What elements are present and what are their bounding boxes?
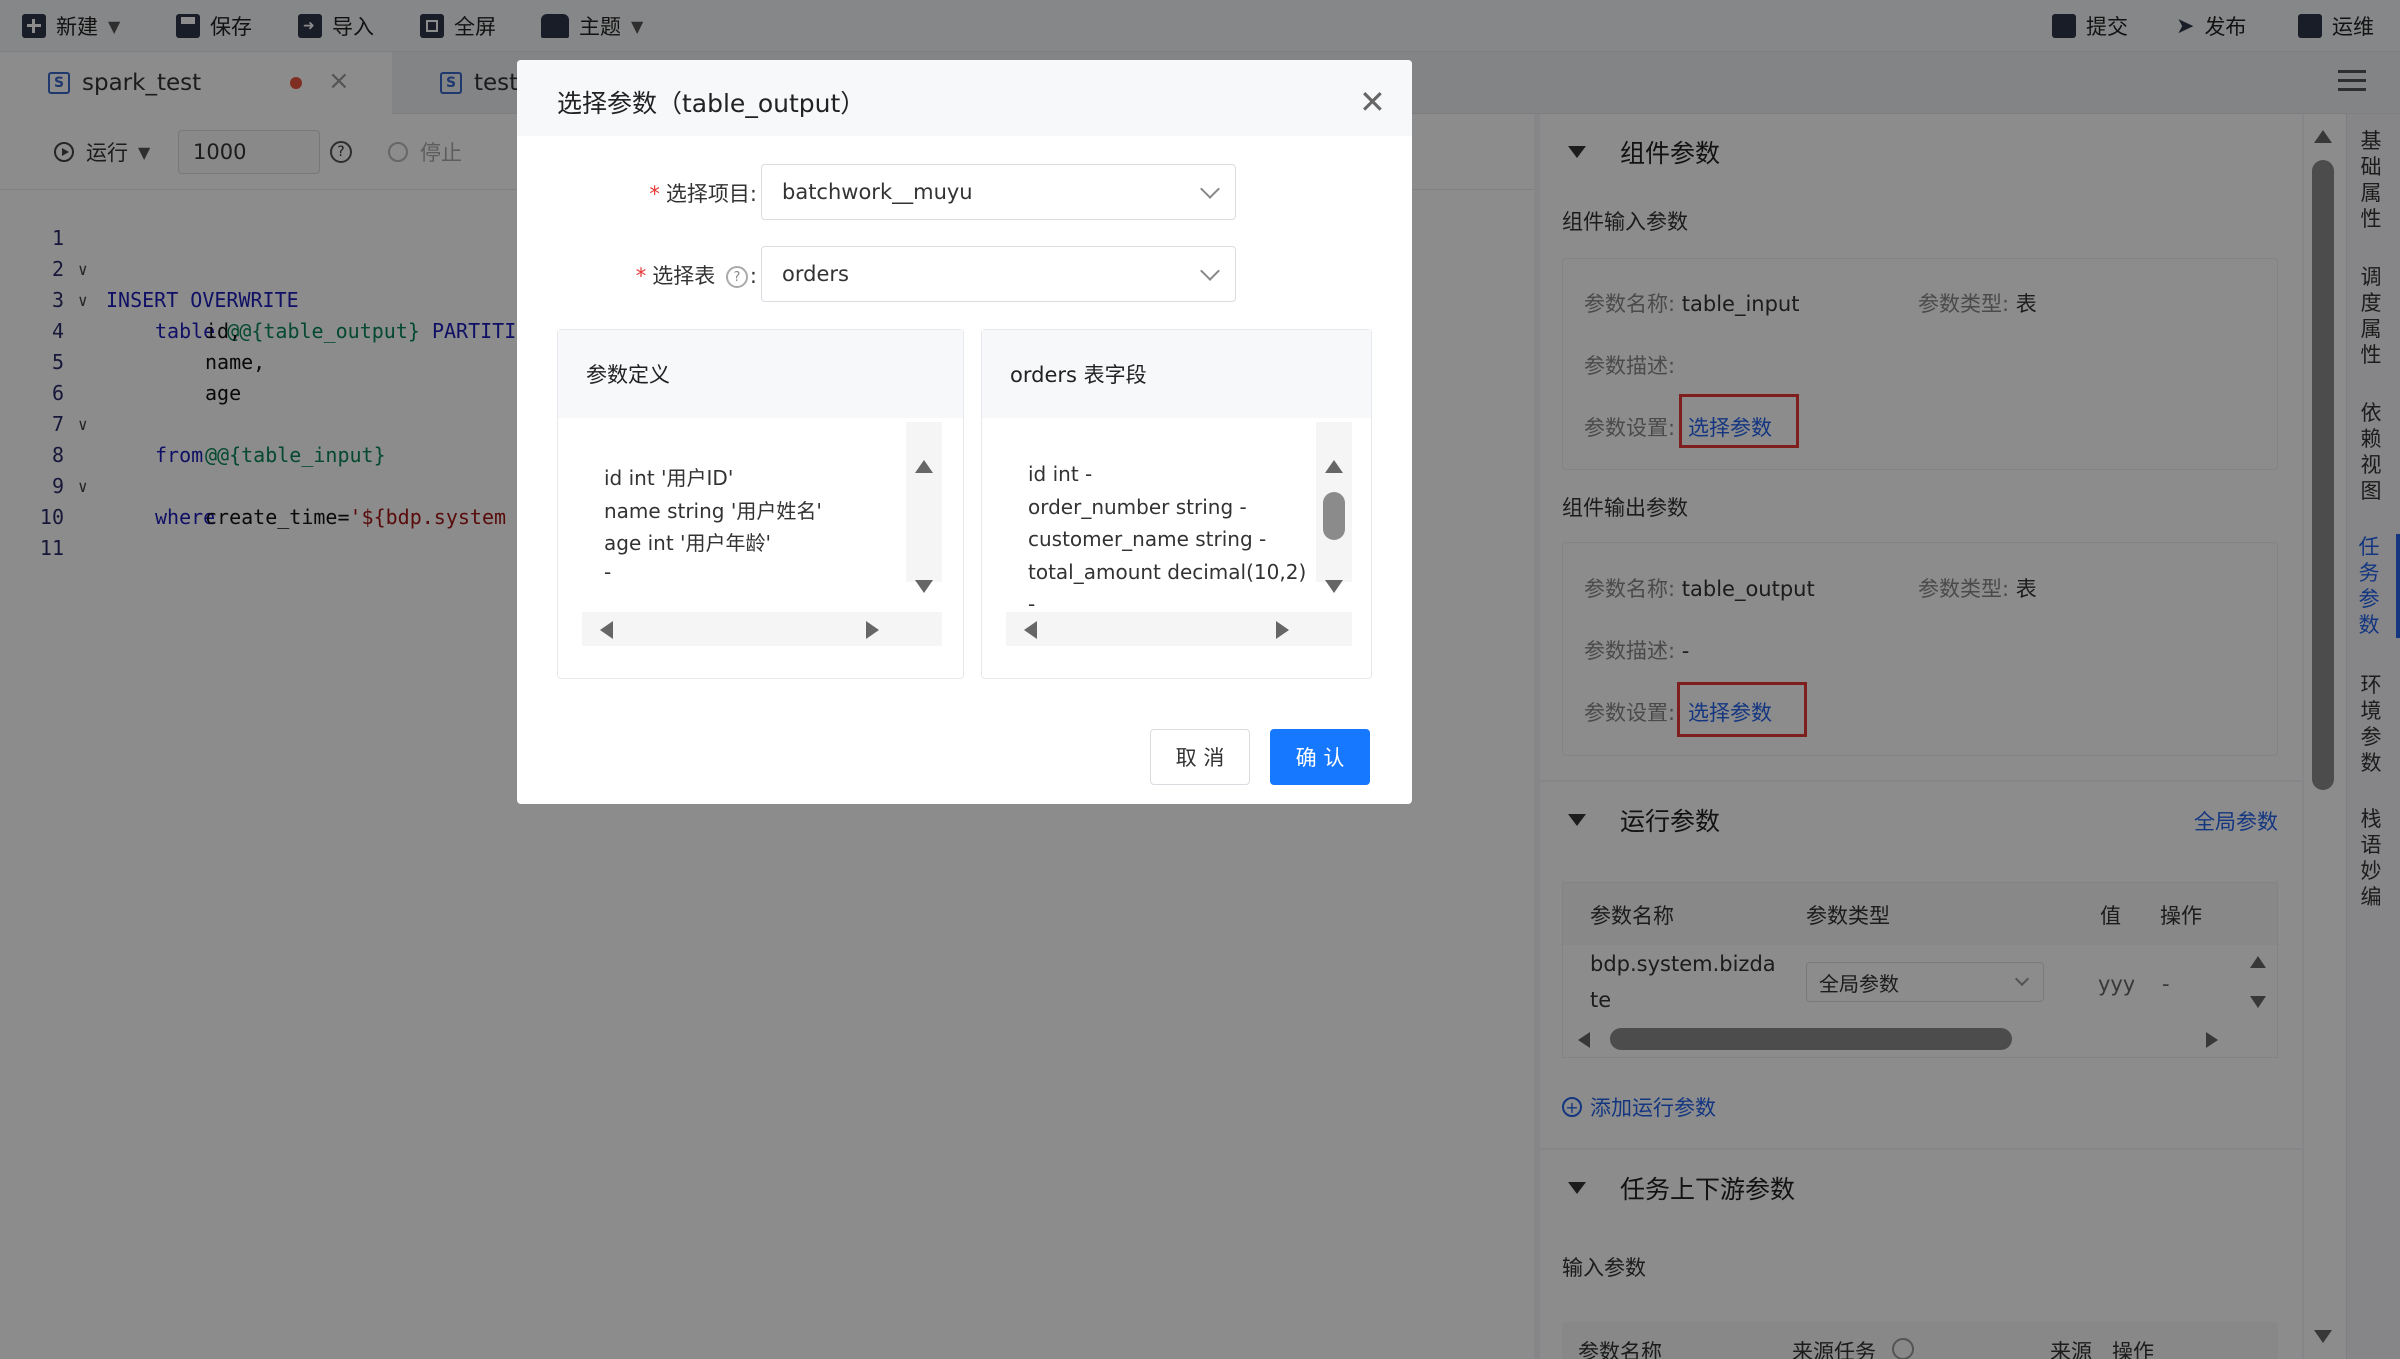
scroll-left-icon[interactable]: [600, 621, 613, 639]
param-definition-box: 参数定义 id int '用户ID' name string '用户姓名' ag…: [557, 329, 964, 679]
list-item[interactable]: order_number string -: [1028, 495, 1247, 519]
list-item[interactable]: customer_name string -: [1028, 527, 1266, 551]
param-definition-title: 参数定义: [558, 330, 963, 418]
horizontal-scrollbar-track[interactable]: [582, 612, 942, 646]
scroll-right-icon[interactable]: [1276, 621, 1289, 639]
close-icon[interactable]: ✕: [1359, 86, 1386, 118]
vertical-scrollbar-track[interactable]: [906, 422, 942, 582]
list-item[interactable]: total_amount decimal(10,2): [1028, 560, 1306, 584]
scroll-up-icon[interactable]: [915, 460, 933, 473]
scroll-left-icon[interactable]: [1024, 621, 1037, 639]
scroll-up-icon[interactable]: [1325, 460, 1343, 473]
horizontal-scrollbar-track[interactable]: [1006, 612, 1352, 646]
table-label: * 选择表 ?:: [635, 264, 757, 288]
project-select[interactable]: batchwork__muyu: [761, 164, 1236, 220]
project-label: * 选择项目:: [649, 182, 757, 206]
vertical-scrollbar-thumb[interactable]: [1323, 492, 1345, 540]
scroll-down-icon[interactable]: [915, 580, 933, 593]
dialog-title: 选择参数（table_output）: [557, 89, 866, 118]
list-item[interactable]: id int '用户ID': [604, 462, 733, 491]
confirm-button[interactable]: 确 认: [1270, 729, 1370, 785]
select-param-dialog: 选择参数（table_output） ✕ * 选择项目: batchwork__m…: [517, 60, 1412, 804]
chevron-down-icon: [1200, 179, 1220, 199]
list-item[interactable]: name string '用户姓名': [604, 495, 822, 524]
table-fields-box: orders 表字段 id int - order_number string …: [981, 329, 1372, 679]
list-item[interactable]: -: [1028, 592, 1035, 608]
list-item[interactable]: age int '用户年龄': [604, 527, 771, 556]
cancel-button[interactable]: 取 消: [1150, 729, 1250, 785]
list-item[interactable]: id int -: [1028, 462, 1092, 486]
list-item[interactable]: -: [604, 560, 611, 584]
table-select[interactable]: orders: [761, 246, 1236, 302]
scroll-down-icon[interactable]: [1325, 580, 1343, 593]
scroll-right-icon[interactable]: [866, 621, 879, 639]
table-fields-title: orders 表字段: [982, 330, 1371, 418]
chevron-down-icon: [1200, 261, 1220, 281]
help-icon[interactable]: ?: [725, 266, 748, 288]
